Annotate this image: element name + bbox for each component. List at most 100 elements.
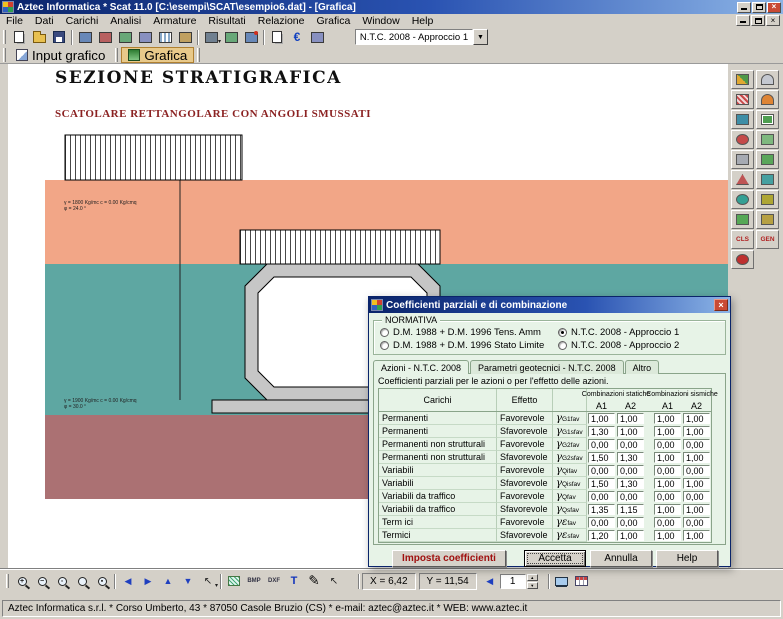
palette-tool-button[interactable] <box>731 170 754 189</box>
pan-down-button[interactable]: ▼ <box>178 572 198 590</box>
menu-item[interactable]: Help <box>406 14 440 27</box>
coeff-static-a1-input[interactable] <box>588 452 615 463</box>
coeff-seismic-a1-input[interactable] <box>654 491 681 502</box>
coeff-seismic-a1-input[interactable] <box>654 478 681 489</box>
coeff-static-a2-input[interactable] <box>617 465 644 476</box>
text-tool-button[interactable]: T <box>284 572 304 590</box>
materials-button[interactable] <box>221 28 241 46</box>
menu-item[interactable]: Dati <box>29 14 60 27</box>
palette-tool-button[interactable] <box>756 190 779 209</box>
coeff-static-a2-input[interactable] <box>617 452 644 463</box>
zoom-out-button[interactable]: − <box>32 572 52 590</box>
table-view-button[interactable] <box>155 28 175 46</box>
coeff-seismic-a2-input[interactable] <box>683 426 710 437</box>
previous-page-button[interactable]: ◀ <box>480 572 500 590</box>
minimize-button[interactable] <box>737 2 751 13</box>
spinner-up-button[interactable]: ▲ <box>527 574 538 581</box>
export-bmp-button[interactable]: BMP <box>244 572 264 590</box>
mdi-minimize-button[interactable] <box>736 15 750 26</box>
coeff-static-a1-input[interactable] <box>588 465 615 476</box>
coeff-seismic-a1-input[interactable] <box>654 413 681 424</box>
zoom-page-button[interactable]: ▪ <box>92 572 112 590</box>
coeff-seismic-a1-input[interactable] <box>654 452 681 463</box>
palette-tool-button[interactable] <box>731 110 754 129</box>
toolbar-drag-handle[interactable] <box>3 30 6 44</box>
palette-tool-button[interactable] <box>756 150 779 169</box>
menu-item[interactable]: Window <box>356 14 405 27</box>
toolbar-drag-handle[interactable] <box>197 48 200 62</box>
coeff-static-a2-input[interactable] <box>617 504 644 515</box>
palette-tool-button[interactable] <box>756 70 779 89</box>
combo-dropdown-button[interactable]: ▼ <box>473 29 488 45</box>
reinforcement-view-button[interactable] <box>115 28 135 46</box>
radio-ntc2008-approccio1[interactable]: N.T.C. 2008 - Approccio 1 <box>558 327 721 338</box>
euro-conversion-button[interactable]: € <box>287 28 307 46</box>
dialog-close-button[interactable]: × <box>714 299 728 311</box>
zoom-window-button[interactable]: ▫ <box>52 572 72 590</box>
coeff-seismic-a2-input[interactable] <box>683 478 710 489</box>
coeff-seismic-a1-input[interactable] <box>654 517 681 528</box>
coeff-static-a1-input[interactable] <box>588 491 615 502</box>
menu-item[interactable]: Armature <box>147 14 202 27</box>
report-button[interactable] <box>267 28 287 46</box>
coeff-seismic-a1-input[interactable] <box>654 465 681 476</box>
coeff-static-a1-input[interactable] <box>588 517 615 528</box>
record-macro-button[interactable] <box>241 28 261 46</box>
palette-tool-button[interactable] <box>756 170 779 189</box>
coeff-static-a1-input[interactable] <box>588 530 615 541</box>
coeff-seismic-a2-input[interactable] <box>683 491 710 502</box>
palette-tool-button[interactable] <box>756 210 779 229</box>
pan-right-button[interactable]: ▶ <box>138 572 158 590</box>
imposta-coefficienti-button[interactable]: Imposta coefficienti <box>392 550 506 567</box>
pan-left-button[interactable]: ◀ <box>118 572 138 590</box>
menu-item[interactable]: File <box>0 14 29 27</box>
tab-azioni[interactable]: Azioni - N.T.C. 2008 <box>373 360 469 374</box>
diagram-view-button[interactable] <box>175 28 195 46</box>
accetta-button[interactable]: Accetta <box>524 550 586 567</box>
pointer-select-button[interactable]: ↖▾ <box>198 572 218 590</box>
menu-item[interactable]: Grafica <box>310 14 356 27</box>
measure-tool-button[interactable]: ↖ <box>324 572 344 590</box>
palette-tool-button[interactable] <box>731 250 754 269</box>
dialog-titlebar[interactable]: Coefficienti parziali e di combinazione … <box>369 297 730 313</box>
coeff-static-a1-input[interactable] <box>588 504 615 515</box>
table-options-button[interactable] <box>572 572 592 590</box>
mdi-restore-button[interactable] <box>751 15 765 26</box>
toolbar-drag-handle[interactable] <box>3 48 6 62</box>
tab-altro[interactable]: Altro <box>625 360 660 374</box>
chart-button[interactable] <box>307 28 327 46</box>
results-view-button[interactable] <box>135 28 155 46</box>
palette-tool-button[interactable] <box>731 150 754 169</box>
palette-tool-button[interactable] <box>756 110 779 129</box>
toolbar-drag-handle[interactable] <box>115 48 118 62</box>
export-dxf-button[interactable]: DXF <box>264 572 284 590</box>
coeff-seismic-a1-input[interactable] <box>654 530 681 541</box>
coeff-seismic-a2-input[interactable] <box>683 413 710 424</box>
page-number-spinner[interactable]: 1 <box>500 574 526 589</box>
options-grid-button[interactable]: ▾ <box>201 28 221 46</box>
toolbar-drag-handle[interactable] <box>6 574 9 588</box>
zoom-in-button[interactable]: + <box>12 572 32 590</box>
coeff-seismic-a1-input[interactable] <box>654 426 681 437</box>
coeff-static-a2-input[interactable] <box>617 517 644 528</box>
loads-view-button[interactable] <box>95 28 115 46</box>
coeff-static-a2-input[interactable] <box>617 491 644 502</box>
menu-item[interactable]: Risultati <box>202 14 251 27</box>
palette-tool-button[interactable] <box>756 130 779 149</box>
radio-dm1988-tens-amm[interactable]: D.M. 1988 + D.M. 1996 Tens. Amm <box>380 327 558 338</box>
palette-tool-button[interactable] <box>731 190 754 209</box>
annotation-tool-button[interactable]: ✎ <box>304 572 324 590</box>
tab-parametri-geotecnici[interactable]: Parametri geotecnici - N.T.C. 2008 <box>470 360 624 374</box>
normativa-combobox[interactable]: N.T.C. 2008 - Approccio 1 ▼ <box>355 29 488 45</box>
section-view-button[interactable] <box>75 28 95 46</box>
coeff-static-a1-input[interactable] <box>588 439 615 450</box>
coeff-seismic-a2-input[interactable] <box>683 452 710 463</box>
coeff-seismic-a1-input[interactable] <box>654 504 681 515</box>
close-button[interactable]: × <box>767 2 781 13</box>
save-file-button[interactable] <box>49 28 69 46</box>
coeff-static-a1-input[interactable] <box>588 478 615 489</box>
palette-tool-button[interactable] <box>731 70 754 89</box>
palette-tool-button[interactable] <box>731 130 754 149</box>
coeff-static-a1-input[interactable] <box>588 413 615 424</box>
display-options-button[interactable] <box>552 572 572 590</box>
